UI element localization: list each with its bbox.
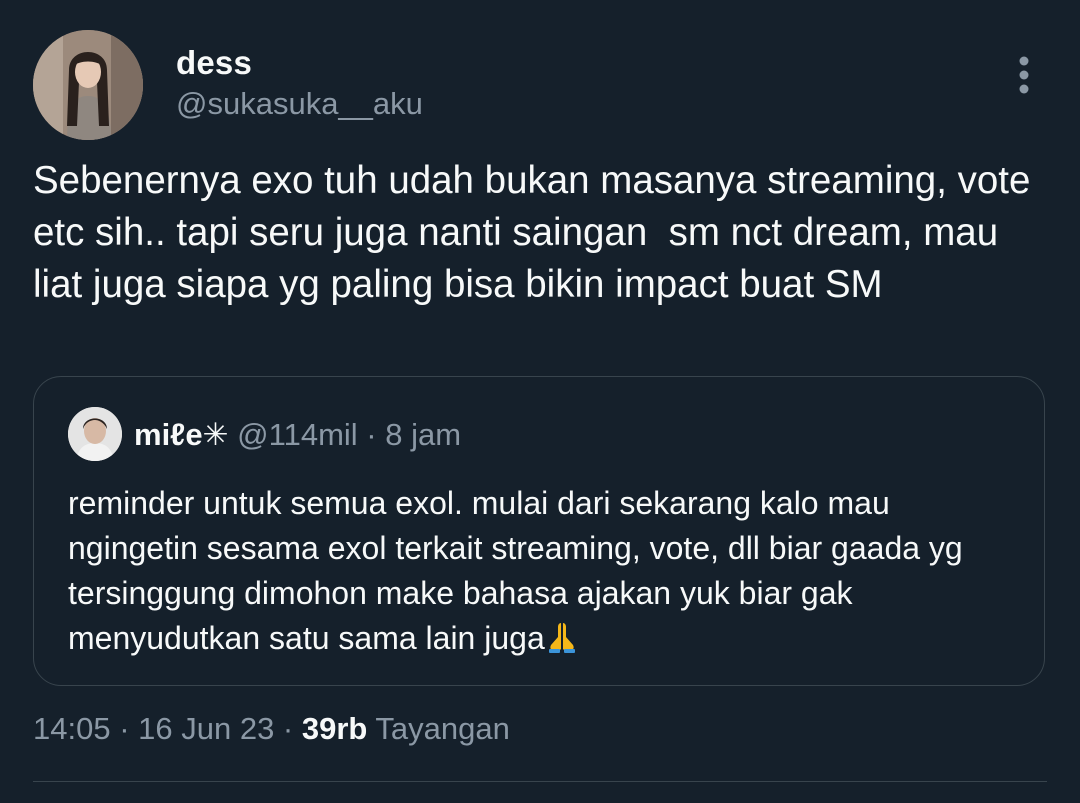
- author-handle[interactable]: @sukasuka__aku: [176, 86, 423, 122]
- quoted-tweet-text-container: reminder untuk semua exol. mulai dari se…: [68, 481, 1028, 665]
- tweet-text: Sebenernya exo tuh udah bukan masanya st…: [33, 159, 1042, 306]
- meta-separator: ·: [110, 711, 139, 746]
- quoted-tweet-time[interactable]: 8 jam: [385, 417, 461, 452]
- author-avatar-image: [33, 30, 143, 140]
- quoted-author-display-name[interactable]: miℓe✳: [134, 417, 229, 452]
- quoted-tweet-header: miℓe✳ @114mil · 8 jam: [134, 417, 461, 453]
- folded-hands-icon: [547, 620, 577, 665]
- more-vertical-icon: [1019, 56, 1029, 94]
- tweet-time[interactable]: 14:05: [33, 711, 111, 746]
- quoted-author-handle[interactable]: @114mil: [237, 417, 358, 452]
- quoted-tweet-card[interactable]: miℓe✳ @114mil · 8 jam reminder untuk sem…: [33, 376, 1045, 686]
- views-label: Tayangan: [367, 711, 510, 746]
- divider: [33, 781, 1047, 782]
- quoted-author-avatar[interactable]: [68, 407, 122, 461]
- meta-separator: ·: [274, 711, 302, 746]
- author-avatar[interactable]: [33, 30, 143, 140]
- more-options-button[interactable]: [1006, 52, 1042, 98]
- quoted-header-separator: ·: [357, 417, 386, 452]
- author-display-name[interactable]: dess: [176, 44, 252, 82]
- tweet-meta: 14:05 · 16 Jun 23 · 39rb Tayangan: [33, 710, 510, 748]
- views-count: 39rb: [301, 711, 368, 746]
- tweet-date[interactable]: 16 Jun 23: [138, 711, 274, 746]
- quoted-tweet-text: reminder untuk semua exol. mulai dari se…: [68, 485, 963, 656]
- quoted-avatar-image: [68, 407, 122, 461]
